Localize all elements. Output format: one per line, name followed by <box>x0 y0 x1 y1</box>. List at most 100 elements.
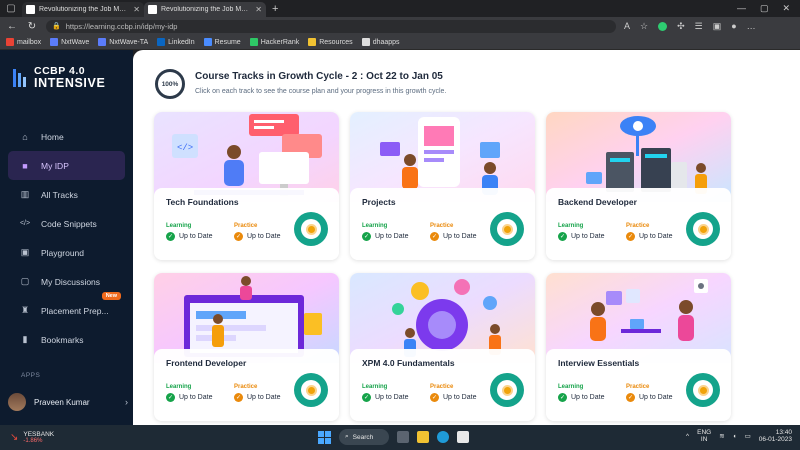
track-name: Interview Essentials <box>558 358 640 368</box>
browser-tab[interactable]: Revolutionizing the Job Market | ✕ <box>22 2 144 17</box>
extension-icon[interactable] <box>658 21 668 31</box>
tab-favicon-icon <box>148 5 157 14</box>
code-icon: </> <box>19 220 31 227</box>
learning-label: Learning <box>362 223 388 229</box>
learning-label: Learning <box>166 223 192 229</box>
check-icon: ✓ <box>362 232 371 241</box>
battery-icon[interactable]: ▭ <box>745 432 751 440</box>
windows-start-icon[interactable] <box>318 430 331 444</box>
bookmark-nxtwave[interactable]: NxtWave <box>50 38 89 46</box>
url-field[interactable]: 🔒 https://learning.ccbp.in/idp/my-idp <box>46 19 616 33</box>
track-name: Frontend Developer <box>166 358 247 368</box>
bookmark-dhaapps[interactable]: dhaapps <box>361 38 400 46</box>
check-icon: ✓ <box>626 393 635 402</box>
check-icon: ✓ <box>558 393 567 402</box>
track-name: Tech Foundations <box>166 197 239 207</box>
browser-tab-active[interactable]: Revolutionizing the Job Market | ✕ <box>144 2 266 17</box>
bookmark-linkedin[interactable]: LinkedIn <box>157 38 195 46</box>
track-card-interview-essentials[interactable]: Interview Essentials Learning ✓ Up to Dat… <box>546 273 731 421</box>
learning-status-value: Up to Date <box>179 233 213 240</box>
track-name: Backend Developer <box>558 197 637 207</box>
sidebar-item-my-idp[interactable]: ■ My IDP <box>8 151 125 180</box>
learning-status: Learning ✓ Up to Date <box>362 384 408 402</box>
favorite-star-icon[interactable]: ☆ <box>640 21 648 32</box>
sidebar-item-bookmarks[interactable]: ▮ Bookmarks <box>8 325 125 354</box>
store-icon[interactable] <box>457 431 469 443</box>
track-card-frontend-developer[interactable]: Frontend Developer Learning ✓ Up to Date … <box>154 273 339 421</box>
sidebar-item-placement-prep[interactable]: ♜ Placement Prep... New <box>8 292 125 325</box>
profile-icon[interactable]: ● <box>731 21 736 31</box>
bookmark-nxtwave-ta[interactable]: NxtWave-TA <box>98 38 148 46</box>
check-icon: ✓ <box>234 232 243 241</box>
sidebar-item-playground[interactable]: ▣ Playground <box>8 238 125 267</box>
page-title: Course Tracks in Growth Cycle - 2 : Oct … <box>195 71 443 82</box>
nxtwave-icon <box>98 38 107 46</box>
tab-close-icon[interactable]: ✕ <box>133 5 140 14</box>
practice-status-value: Up to Date <box>247 233 281 240</box>
track-card-backend-developer[interactable]: Backend Developer Learning ✓ Up to Date P… <box>546 112 731 260</box>
clock[interactable]: 13:40 06-01-2023 <box>759 429 792 444</box>
file-explorer-icon[interactable] <box>417 431 429 443</box>
check-icon: ✓ <box>558 232 567 241</box>
volume-icon[interactable]: ◖ <box>733 433 737 440</box>
placement-icon: ♜ <box>20 305 30 315</box>
user-profile[interactable]: Praveen Kumar › <box>8 393 128 411</box>
bookmark-resources[interactable]: Resources <box>308 38 353 46</box>
practice-status: Practice ✓ Up to Date <box>234 223 280 241</box>
practice-label: Practice <box>430 223 454 229</box>
logo-line2: INTENSIVE <box>34 75 106 90</box>
learning-status-value: Up to Date <box>179 394 213 401</box>
maximize-icon[interactable]: ▢ <box>760 3 769 14</box>
chevron-up-icon[interactable]: ^ <box>686 433 689 440</box>
sidebar-item-home[interactable]: ⌂ Home <box>8 122 125 151</box>
track-name: XPM 4.0 Fundamentals <box>362 358 455 368</box>
minimize-icon[interactable]: — <box>737 3 746 14</box>
sidebar-item-label: Playground <box>41 247 85 258</box>
task-view-icon[interactable] <box>397 431 409 443</box>
track-card-projects[interactable]: Projects Learning ✓ Up to Date Practice ✓… <box>350 112 535 260</box>
language-indicator[interactable]: ENG IN <box>697 429 711 444</box>
check-icon: ✓ <box>234 393 243 402</box>
practice-status-value: Up to Date <box>443 394 477 401</box>
favorites-icon[interactable]: ☰ <box>695 21 703 32</box>
learning-status-value: Up to Date <box>375 394 409 401</box>
bookmark-hackerrank[interactable]: HackerRank <box>249 38 299 46</box>
sidebar-item-label: Bookmarks <box>41 334 84 345</box>
more-icon[interactable]: … <box>747 21 756 31</box>
back-icon[interactable]: ← <box>6 21 18 32</box>
page-icon <box>361 38 370 46</box>
practice-status: Practice ✓ Up to Date <box>430 384 476 402</box>
browser-menu-icon[interactable]: ▢ <box>0 0 22 17</box>
chevron-right-icon: › <box>125 397 128 407</box>
avatar <box>8 393 26 411</box>
address-bar: ← ↻ 🔒 https://learning.ccbp.in/idp/my-id… <box>0 17 800 35</box>
refresh-icon[interactable]: ↻ <box>26 21 38 32</box>
search-icon: ⌕ <box>345 433 349 440</box>
sidebar-item-label: My Discussions <box>41 276 101 287</box>
bookmark-mailbox[interactable]: mailbox <box>6 38 41 46</box>
ccbp-logo[interactable]: CCBP 4.0 INTENSIVE <box>12 66 105 89</box>
bookmark-icon: ▮ <box>22 334 28 344</box>
practice-status-value: Up to Date <box>639 394 673 401</box>
nxtwave-icon <box>50 38 59 46</box>
taskbar-apps: ⌕ Search <box>318 429 469 445</box>
sidebar-item-code-snippets[interactable]: </> Code Snippets <box>8 209 125 238</box>
learning-label: Learning <box>558 384 584 390</box>
tab-close-icon[interactable]: ✕ <box>255 5 262 14</box>
sidebar: CCBP 4.0 INTENSIVE ⌂ Home ■ My IDP ▥ All… <box>0 50 133 425</box>
taskbar-search[interactable]: ⌕ Search <box>339 429 389 445</box>
new-badge: New <box>101 292 121 300</box>
read-aloud-icon[interactable]: A <box>624 21 630 31</box>
edge-browser-icon[interactable] <box>437 431 449 443</box>
new-tab-icon[interactable]: + <box>272 3 278 15</box>
bookmark-resume[interactable]: Resume <box>203 38 241 46</box>
stock-widget[interactable]: ↘ YESBANK -1.86% <box>0 431 54 444</box>
sidebar-item-all-tracks[interactable]: ▥ All Tracks <box>8 180 125 209</box>
track-card-tech-foundations[interactable]: </> Tech Foundations Learning ✓ Up to Dat… <box>154 112 339 260</box>
close-window-icon[interactable]: ✕ <box>782 3 790 14</box>
wifi-icon[interactable]: ≋ <box>719 432 724 440</box>
track-progress-icon <box>490 373 524 407</box>
collections-icon[interactable]: ▣ <box>713 21 722 32</box>
track-card-xpm-fundamentals[interactable]: XPM 4.0 Fundamentals Learning ✓ Up to Dat… <box>350 273 535 421</box>
puzzle-icon[interactable]: ✣ <box>677 21 685 32</box>
